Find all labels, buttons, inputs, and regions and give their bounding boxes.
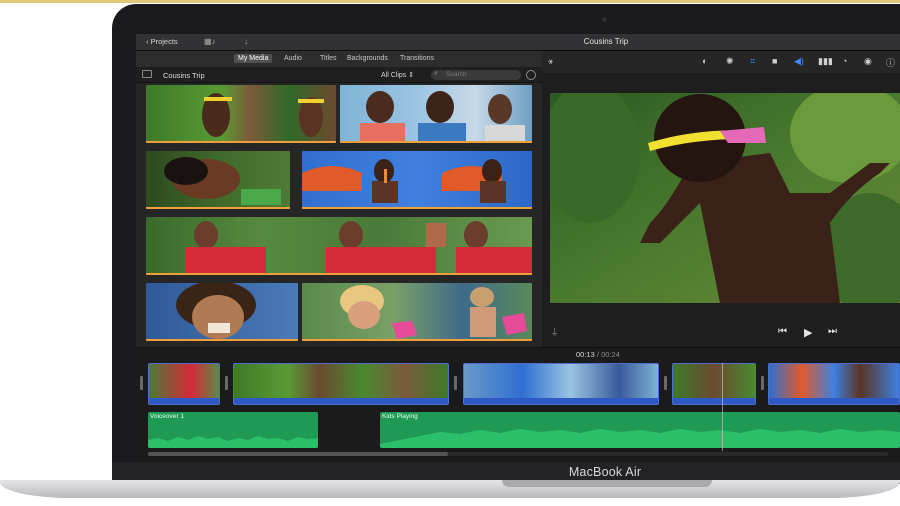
clip-handle[interactable] — [761, 376, 764, 390]
laptop-base — [0, 480, 900, 498]
color-correction-icon[interactable]: ✺ — [726, 56, 734, 67]
clip-thumbnail — [176, 283, 256, 339]
current-time: 00:13 — [576, 350, 595, 359]
time-separator: / — [596, 350, 599, 359]
tab-titles[interactable]: Titles — [320, 55, 336, 62]
waveform — [380, 429, 900, 448]
color-balance-icon[interactable]: ◐ — [702, 56, 707, 66]
filter-options-icon[interactable] — [526, 70, 536, 80]
viewer-preview — [550, 93, 900, 303]
timecode: 00:13 / 00:24 — [576, 350, 620, 359]
media-clip[interactable] — [340, 85, 532, 143]
waveform — [148, 436, 318, 448]
clip-thumbnail — [302, 159, 506, 203]
media-import-icon[interactable]: ▦♪ — [204, 37, 216, 46]
clip-filter-select[interactable]: All Clips ⇕ — [381, 71, 414, 79]
imovie-screen: ‹ Projects ▦♪ ↓ Cousins Trip My Media Au… — [136, 34, 900, 462]
total-time: 00:24 — [601, 350, 620, 359]
clip-handle[interactable] — [225, 376, 228, 390]
clip-handle[interactable] — [664, 376, 667, 390]
speed-icon[interactable]: ◔ — [842, 56, 847, 66]
crop-icon[interactable]: ⌗ — [750, 56, 755, 67]
clip-thumbnail — [360, 91, 525, 143]
clip-thumbnail — [202, 93, 324, 137]
adjustments-bar: ⚹ ◐ ✺ ⌗ ■ ◀) ▮▮▮ ◔ ◉ ⓘ — [542, 51, 900, 73]
timeline-scrollbar[interactable] — [148, 452, 888, 456]
filter-bar: Cousins Trip All Clips ⇕ ⌕ Search — [136, 67, 542, 83]
preview-image — [550, 93, 900, 303]
tab-backgrounds[interactable]: Backgrounds — [347, 55, 388, 62]
clip-filter-icon[interactable]: ◉ — [864, 56, 872, 67]
clip-filter-label: All Clips — [381, 72, 407, 79]
noise-reduction-icon[interactable]: ▮▮▮ — [818, 56, 833, 67]
projects-button[interactable]: ‹ Projects — [146, 37, 178, 46]
audio-clip-voiceover[interactable]: Voiceover 1 — [148, 412, 318, 448]
window-title: Cousins Trip — [583, 37, 629, 46]
clip-thumbnail — [186, 221, 532, 275]
scroll-thumb[interactable] — [148, 452, 448, 456]
library-name: Cousins Trip — [163, 71, 205, 80]
clip-handle[interactable] — [454, 376, 457, 390]
timeline-clip[interactable] — [463, 363, 659, 405]
search-icon: ⌕ — [434, 70, 438, 77]
updown-chevron-icon: ⇕ — [408, 72, 415, 79]
tab-transitions[interactable]: Transitions — [400, 55, 434, 62]
timeline-clip[interactable] — [233, 363, 449, 405]
media-clip[interactable] — [146, 151, 290, 209]
media-browser: My Media Audio Titles Backgrounds Transi… — [136, 51, 542, 347]
skip-back-icon[interactable]: ⏮ — [778, 326, 787, 337]
tab-audio[interactable]: Audio — [284, 55, 302, 62]
playback-controls: ⍊ ⏮ ▶ ⏭ — [542, 324, 900, 344]
playhead[interactable] — [722, 363, 723, 451]
clip-thumbnail — [164, 157, 281, 205]
skip-forward-icon[interactable]: ⏭ — [828, 326, 837, 337]
media-clip[interactable] — [146, 217, 532, 275]
media-clip[interactable] — [146, 85, 336, 143]
media-clip[interactable] — [302, 283, 532, 341]
camera-icon — [602, 17, 607, 22]
search-field[interactable]: ⌕ Search — [431, 70, 521, 80]
timeline-clip[interactable] — [672, 363, 756, 405]
download-icon[interactable]: ↓ — [244, 37, 248, 46]
timeline-clip[interactable] — [148, 363, 220, 405]
media-clip[interactable] — [146, 283, 298, 341]
timeline: 00:13 / 00:24 Voiceover 1 Kids Playing — [136, 347, 900, 462]
volume-icon[interactable]: ◀) — [794, 56, 804, 67]
tab-my-media[interactable]: My Media — [234, 54, 273, 63]
search-placeholder: Search — [446, 71, 467, 78]
info-icon[interactable]: ⓘ — [886, 56, 895, 69]
title-bar: ‹ Projects ▦♪ ↓ Cousins Trip — [136, 34, 900, 51]
sidebar-toggle-icon[interactable] — [142, 70, 152, 78]
audio-clip-label: Kids Playing — [382, 413, 418, 420]
browser-tabs: My Media Audio Titles Backgrounds Transi… — [136, 51, 542, 67]
laptop-notch — [502, 480, 712, 487]
top-accent-line — [0, 0, 900, 3]
media-clip[interactable] — [302, 151, 532, 209]
timeline-clip[interactable] — [768, 363, 900, 405]
clip-handle[interactable] — [140, 376, 143, 390]
microphone-icon[interactable]: ⍊ — [552, 326, 557, 337]
stabilization-icon[interactable]: ■ — [772, 56, 777, 66]
audio-clip-kids-playing[interactable]: Kids Playing — [380, 412, 900, 448]
play-icon[interactable]: ▶ — [804, 326, 812, 339]
clip-thumbnail — [340, 285, 527, 339]
device-brand: MacBook Air — [568, 465, 642, 479]
magic-wand-icon[interactable]: ⚹ — [548, 56, 553, 67]
projects-label: Projects — [150, 37, 178, 46]
audio-clip-label: Voiceover 1 — [150, 413, 184, 420]
